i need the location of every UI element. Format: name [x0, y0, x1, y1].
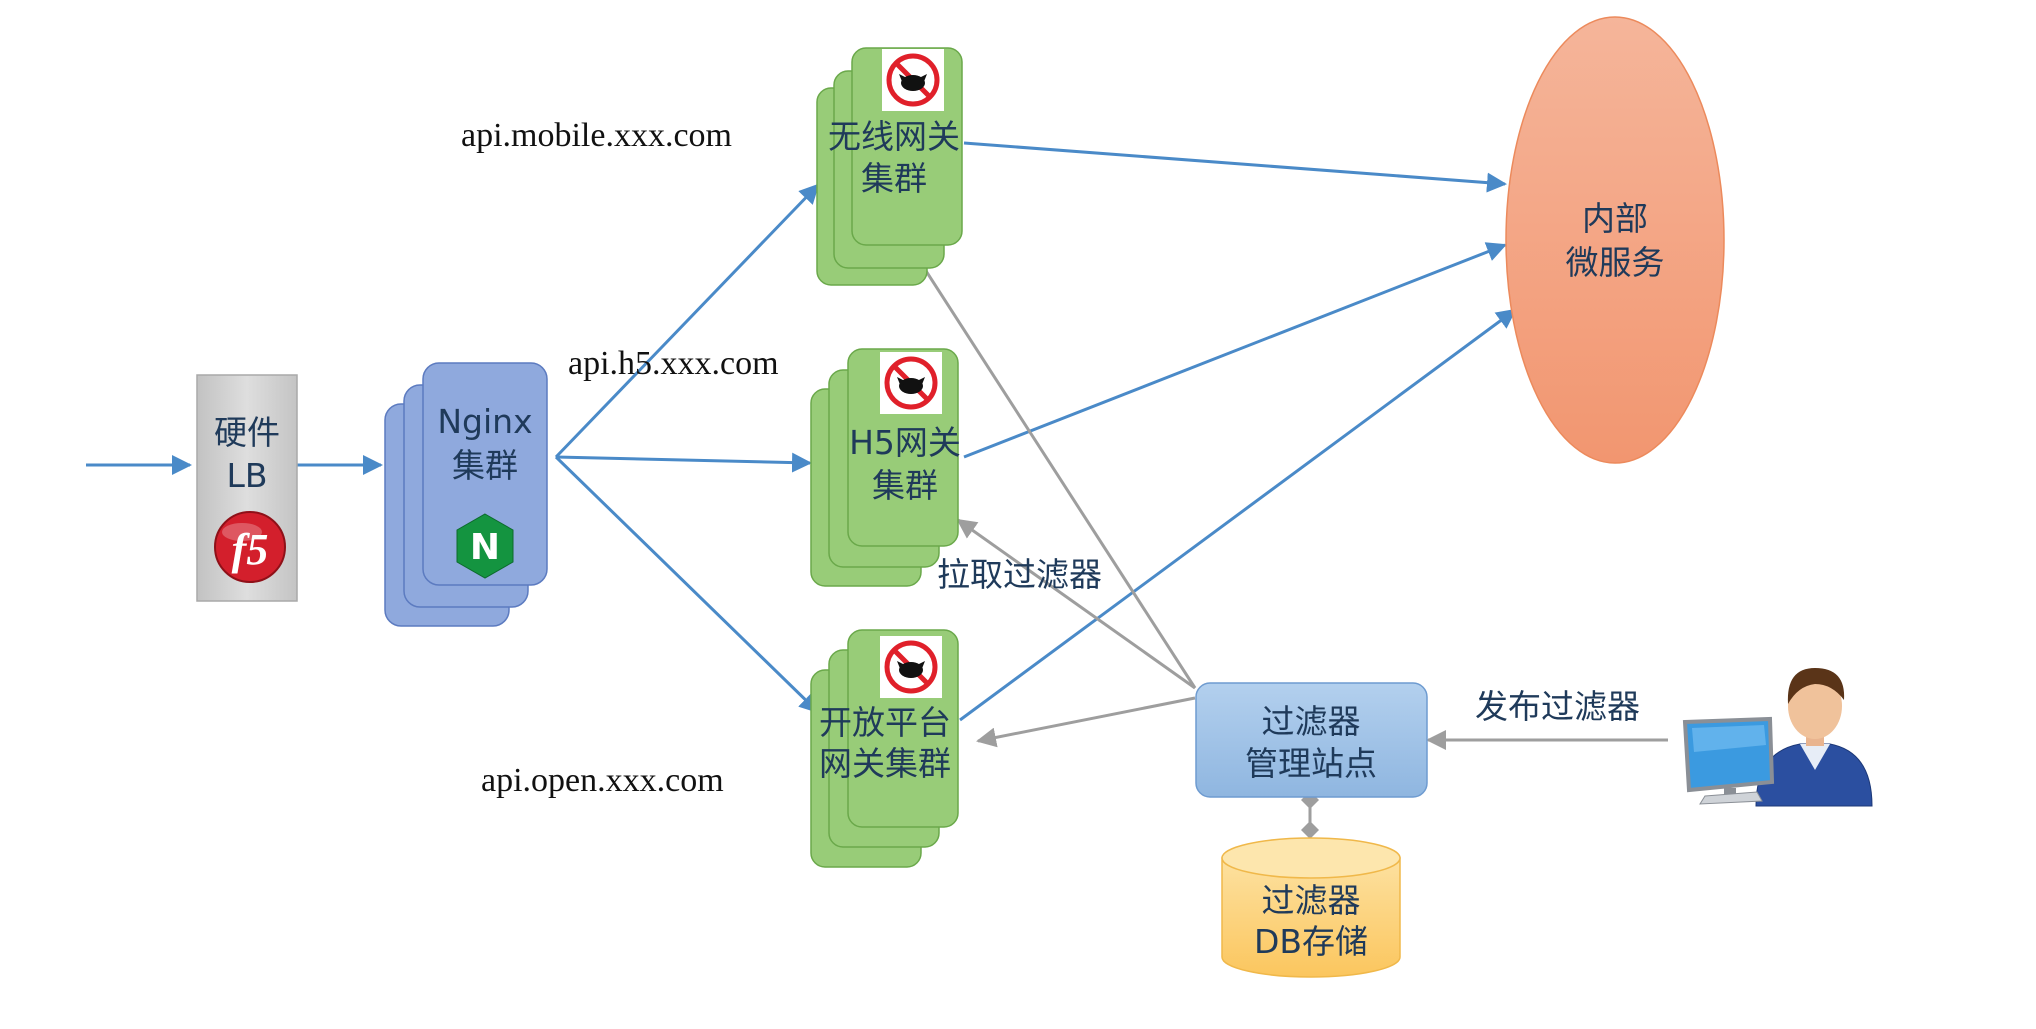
wireless-label-line1: 无线网关	[828, 117, 960, 156]
diagram-canvas: 硬件 LB f5 Nginx 集群 N 无线网关 集群 H5网关 集群 开放平台…	[86, 16, 1873, 978]
lb-label-line2: LB	[226, 456, 267, 495]
admin-to-h5-arrow	[956, 518, 1196, 690]
nginx-cluster-stack: Nginx 集群 N	[384, 362, 548, 627]
lb-label-line1: 硬件	[214, 413, 280, 452]
microservices-ellipse: 内部 微服务	[1505, 16, 1725, 464]
wireless-gateway-stack: 无线网关 集群	[816, 47, 963, 286]
nginx-to-wireless-arrow	[554, 183, 820, 459]
h5-domain-label: api.h5.xxx.com	[568, 345, 779, 382]
nginx-to-open-arrow	[554, 455, 820, 714]
hardware-lb-box: 硬件 LB f5	[196, 374, 298, 602]
filter-db-label-line2: DB存储	[1254, 922, 1368, 961]
h5-label-line1: H5网关	[849, 423, 961, 462]
f5-logo-text: f5	[232, 525, 269, 574]
open-domain-label: api.open.xxx.com	[481, 762, 724, 799]
zuul-logo-icon	[882, 49, 944, 111]
nginx-to-h5-arrow	[555, 452, 812, 473]
microservices-label-line1: 内部	[1582, 199, 1648, 238]
wireless-to-services-arrow	[963, 141, 1507, 193]
filter-db-label-line1: 过滤器	[1262, 881, 1361, 920]
open-label-line1: 开放平台	[819, 703, 951, 742]
open-label-line2: 网关集群	[819, 744, 951, 783]
filter-db-cylinder: 过滤器 DB存储	[1221, 837, 1401, 978]
pull-filters-label: 拉取过滤器	[937, 555, 1102, 594]
filter-admin-label-line1: 过滤器	[1262, 702, 1361, 741]
wireless-label-line2: 集群	[861, 159, 927, 198]
zuul-logo-icon	[880, 352, 942, 414]
nginx-label-line2: 集群	[452, 446, 518, 485]
wireless-domain-label: api.mobile.xxx.com	[461, 117, 732, 154]
h5-gateway-stack: H5网关 集群	[810, 348, 961, 587]
publish-filters-label: 发布过滤器	[1475, 687, 1640, 726]
f5-logo-icon: f5	[214, 511, 286, 583]
h5-to-services-arrow	[963, 242, 1507, 459]
blue-arrows	[86, 141, 1517, 722]
microservices-label-line2: 微服务	[1566, 243, 1665, 282]
user-at-computer-icon	[1682, 668, 1873, 807]
filter-admin-box: 过滤器 管理站点	[1195, 682, 1428, 798]
h5-label-line2: 集群	[872, 466, 938, 505]
open-gateway-stack: 开放平台 网关集群	[810, 629, 959, 868]
admin-to-open-arrow	[976, 696, 1196, 748]
nginx-label-line1: Nginx	[437, 402, 532, 441]
zuul-logo-icon	[880, 636, 942, 698]
architecture-diagram: 硬件 LB f5 Nginx 集群 N 无线网关 集群 H5网关 集群 开放平台…	[0, 0, 2036, 1024]
nginx-logo-letter: N	[470, 527, 500, 568]
filter-admin-label-line2: 管理站点	[1245, 744, 1377, 783]
open-to-services-arrow	[959, 308, 1517, 722]
